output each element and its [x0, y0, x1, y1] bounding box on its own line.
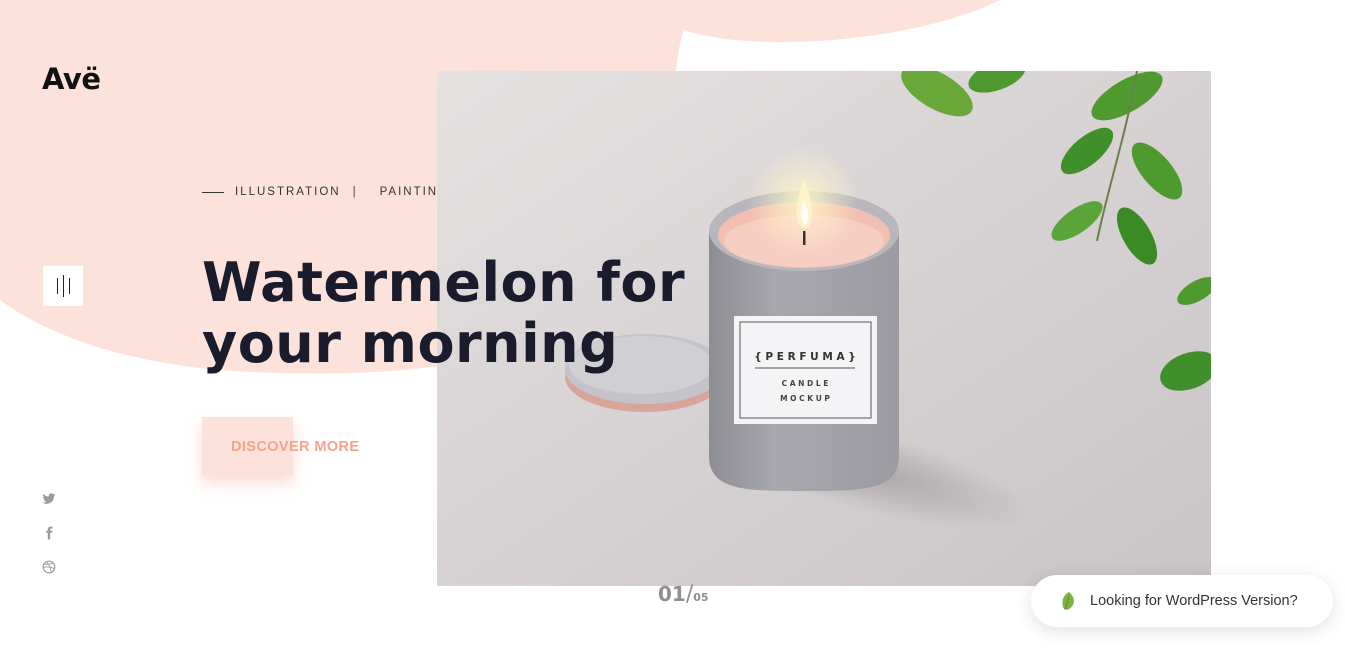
candle-label-brand: { P E R F U M A }: [754, 351, 855, 363]
slide-title-line1: Watermelon for: [202, 251, 686, 314]
discover-more-label: DISCOVER MORE: [231, 438, 360, 455]
logo[interactable]: Avë: [42, 62, 101, 96]
logo-text: Avë: [42, 62, 101, 96]
dribbble-icon[interactable]: [42, 560, 56, 574]
category-illustration[interactable]: ILLUSTRATION: [235, 186, 341, 198]
slide-counter: 01/05: [658, 582, 709, 607]
wordpress-version-banner[interactable]: Looking for WordPress Version?: [1031, 575, 1333, 627]
wordpress-banner-text: Looking for WordPress Version?: [1090, 593, 1298, 609]
menu-bars-icon: [56, 278, 58, 294]
category-dash: [202, 191, 224, 193]
menu-button[interactable]: [43, 266, 83, 306]
facebook-icon[interactable]: [42, 526, 56, 540]
social-links: [42, 492, 56, 594]
candle-label-line1: C A N D L E: [782, 379, 829, 388]
slide-counter-total: 05: [693, 591, 709, 604]
discover-more-button[interactable]: DISCOVER MORE: [202, 417, 359, 476]
twitter-icon[interactable]: [42, 492, 56, 506]
slide-counter-current: 01: [658, 582, 686, 606]
slide-title: Watermelon for your morning: [202, 252, 685, 374]
candle-label-line2: M O C K U P: [780, 394, 830, 403]
slide-title-line2: your morning: [202, 312, 619, 375]
category-separator: |: [352, 186, 358, 198]
leaf-icon: [1062, 592, 1074, 610]
category-list: ILLUSTRATION | PAINTING: [202, 186, 449, 198]
